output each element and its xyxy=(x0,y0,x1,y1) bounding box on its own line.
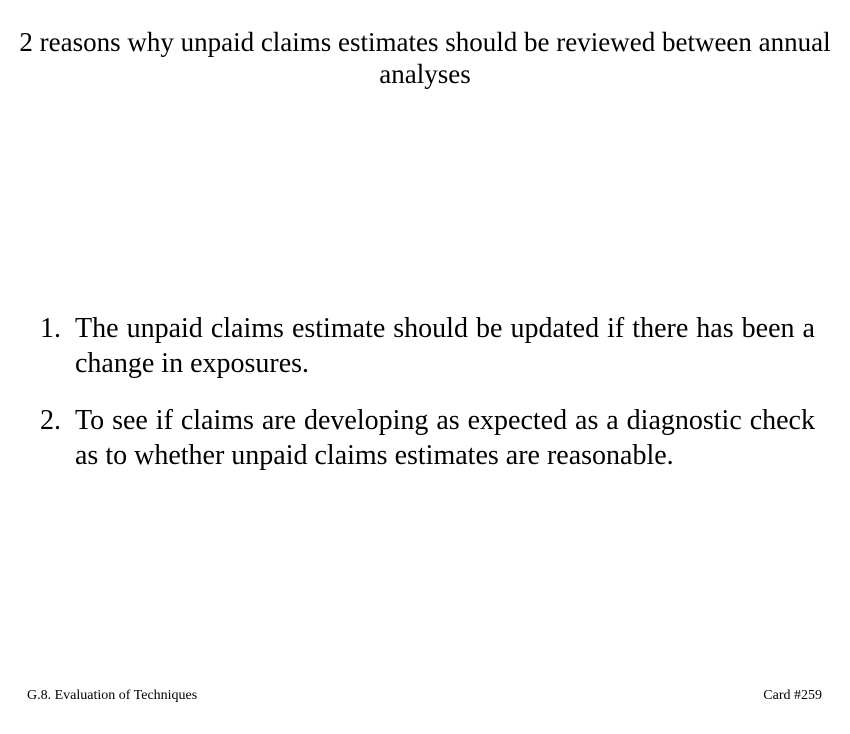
footer-card-number: Card #259 xyxy=(763,688,822,703)
card-title: 2 reasons why unpaid claims estimates sh… xyxy=(19,27,831,89)
answer-list: 1. The unpaid claims estimate should be … xyxy=(40,311,815,495)
list-item-number: 2. xyxy=(40,405,61,436)
list-item-number: 1. xyxy=(40,313,61,344)
list-item: 2. To see if claims are developing as ex… xyxy=(40,403,815,473)
list-item: 1. The unpaid claims estimate should be … xyxy=(40,311,815,381)
footer-section-label: G.8. Evaluation of Techniques xyxy=(27,688,198,703)
list-item-text: To see if claims are developing as expec… xyxy=(75,405,815,471)
list-item-text: The unpaid claims estimate should be upd… xyxy=(75,313,815,379)
